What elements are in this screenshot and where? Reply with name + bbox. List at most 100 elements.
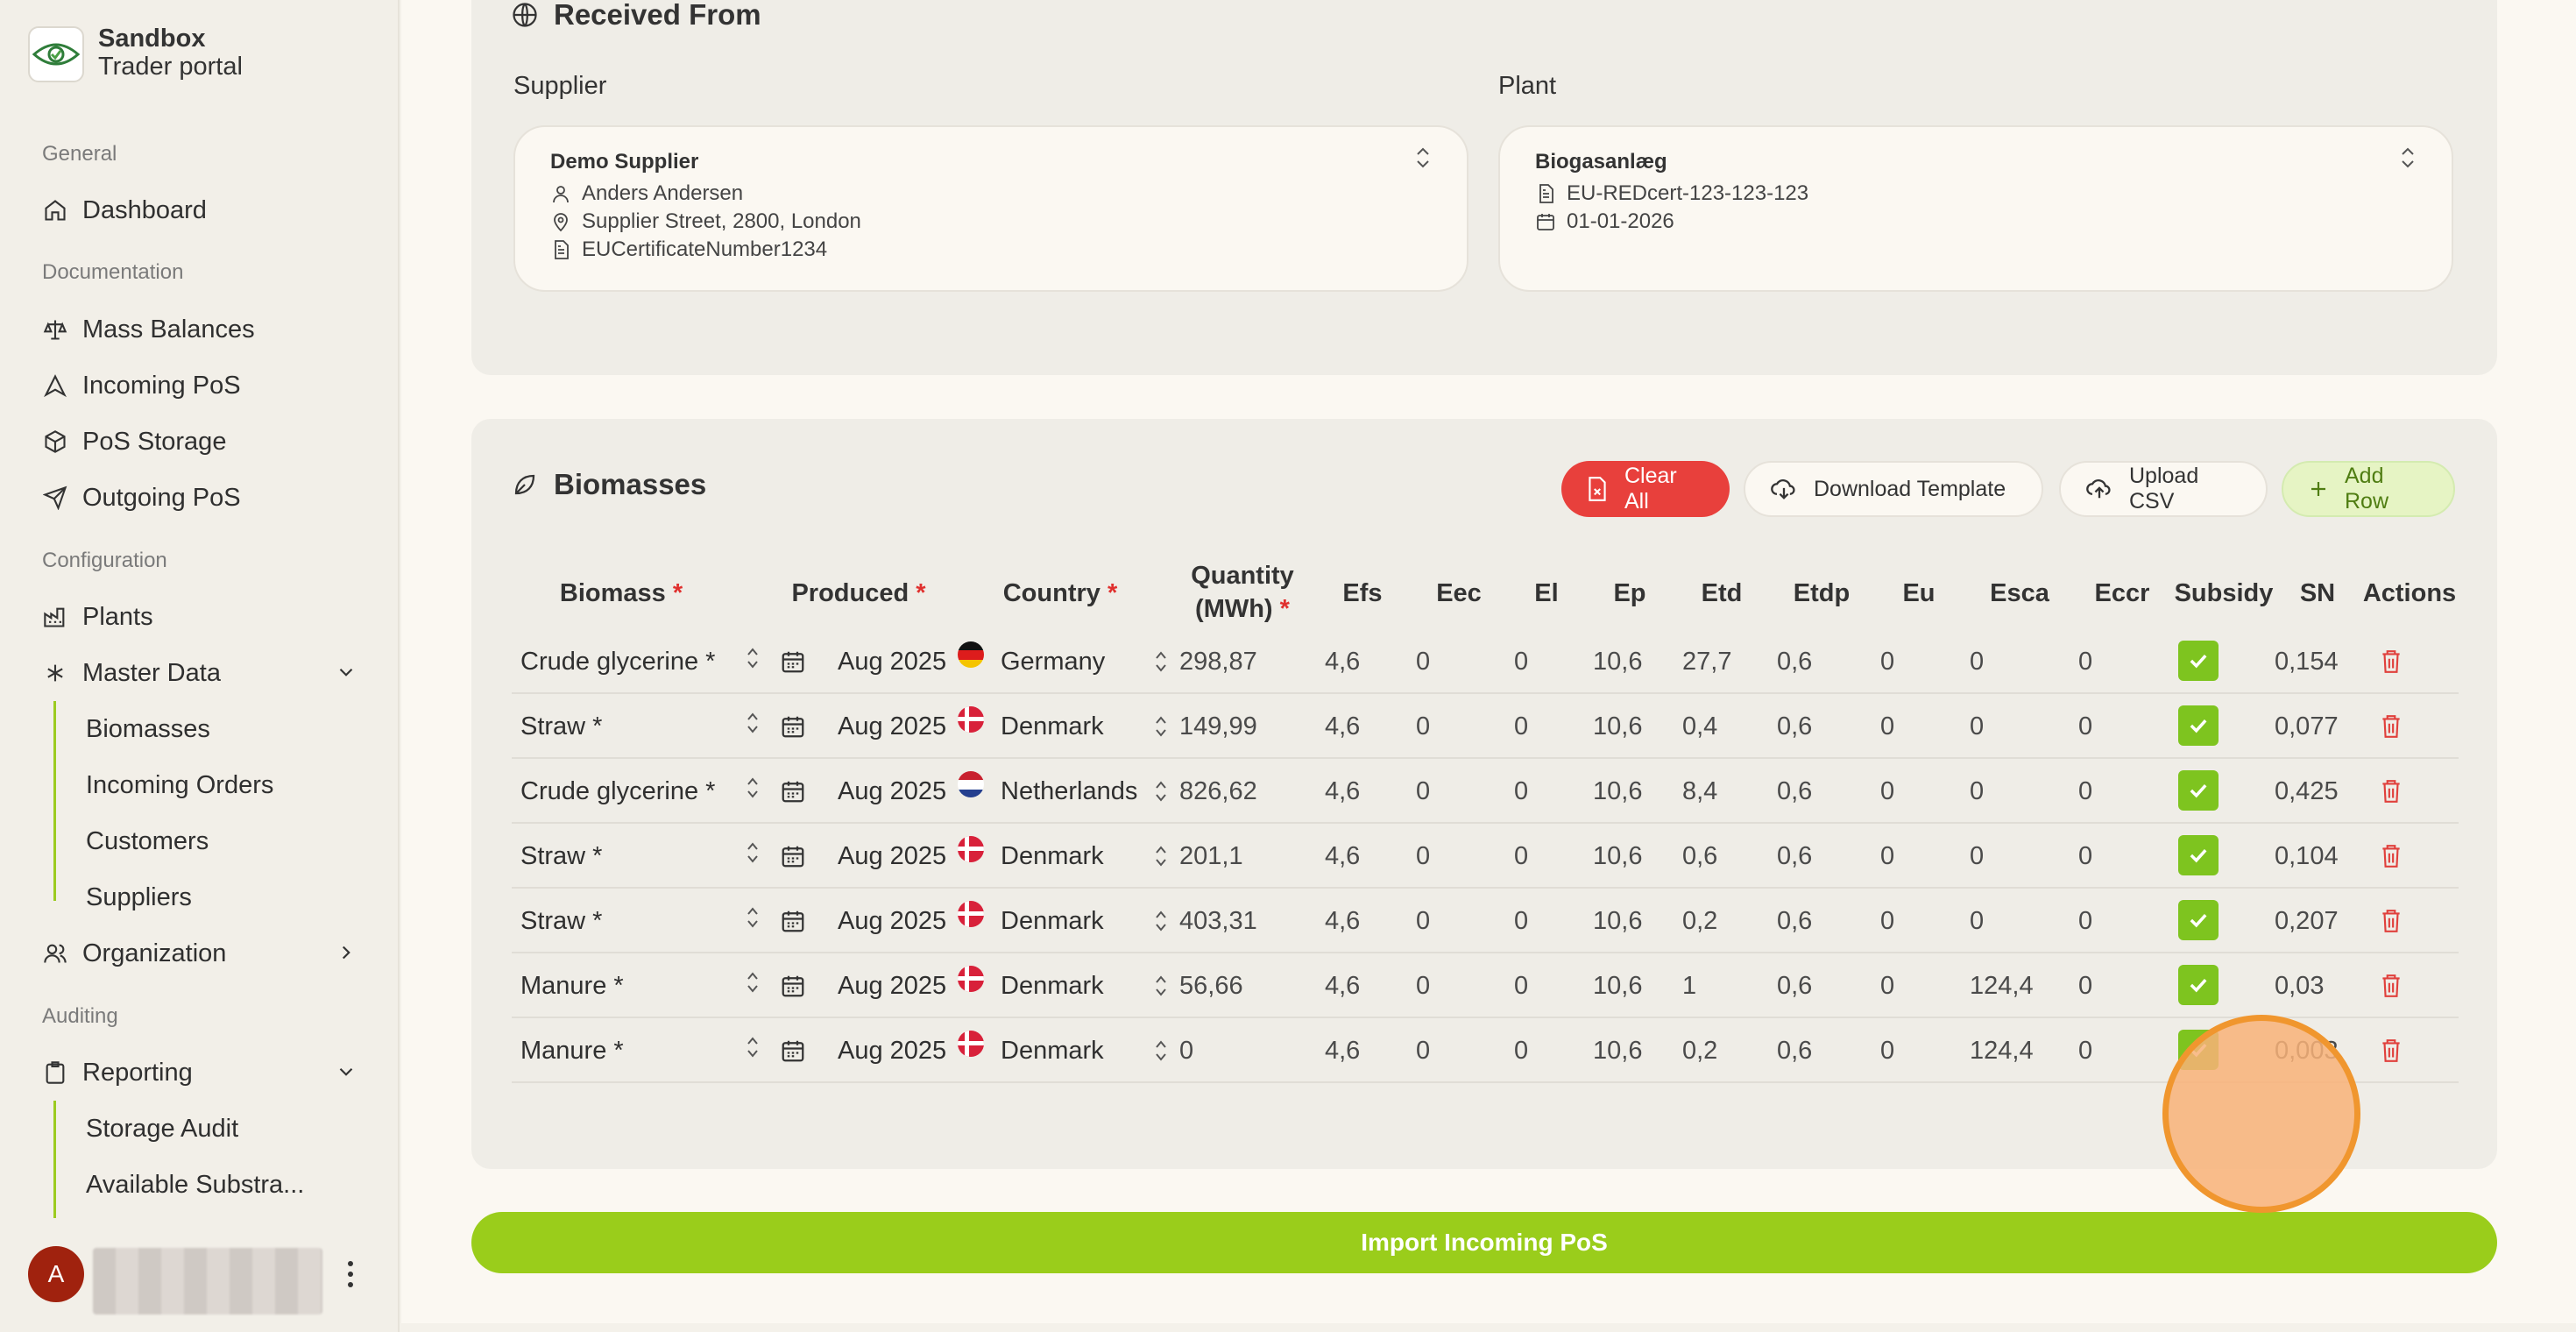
nav-master-data[interactable]: Master Data: [42, 648, 357, 698]
eye-logo-icon[interactable]: [28, 26, 84, 82]
eu-input[interactable]: 0: [1880, 889, 1894, 953]
esca-input[interactable]: 0: [1970, 694, 1984, 759]
nav-reporting[interactable]: Reporting: [42, 1048, 357, 1097]
el-input[interactable]: 0: [1514, 824, 1528, 889]
eec-input[interactable]: 0: [1416, 953, 1430, 1018]
eccr-input[interactable]: 0: [2078, 824, 2092, 889]
delete-row-trash-icon[interactable]: [2380, 824, 2403, 889]
el-input[interactable]: 0: [1514, 759, 1528, 824]
header-el[interactable]: El: [1520, 577, 1573, 610]
etdp-input[interactable]: 0,6: [1777, 889, 1812, 953]
delete-row-trash-icon[interactable]: [2380, 953, 2403, 1018]
delete-row-trash-icon[interactable]: [2380, 694, 2403, 759]
nav-plants[interactable]: Plants: [42, 592, 357, 641]
chevrons-up-down-icon[interactable]: [745, 950, 761, 1015]
header-eccr[interactable]: Eccr: [2085, 577, 2159, 610]
nav-organization[interactable]: Organization: [42, 929, 357, 978]
nav-mass-balances[interactable]: Mass Balances: [42, 305, 357, 354]
quantity-input[interactable]: 0: [1179, 1018, 1193, 1083]
etdp-input[interactable]: 0,6: [1777, 759, 1812, 824]
etd-input[interactable]: 0,2: [1682, 889, 1717, 953]
nav-incoming-pos[interactable]: Incoming PoS: [42, 361, 357, 410]
etdp-input[interactable]: 0,6: [1777, 1018, 1812, 1083]
chevrons-up-down-icon[interactable]: [745, 755, 761, 820]
calendar-icon[interactable]: [780, 953, 806, 1018]
etdp-input[interactable]: 0,6: [1777, 824, 1812, 889]
header-subsidy[interactable]: Subsidy: [2171, 577, 2276, 610]
ep-input[interactable]: 10,6: [1593, 759, 1642, 824]
quantity-input[interactable]: 298,87: [1179, 629, 1257, 694]
chevrons-up-down-icon[interactable]: [1153, 824, 1169, 889]
country-select[interactable]: Netherlands: [1001, 759, 1137, 824]
efs-input[interactable]: 4,6: [1325, 759, 1360, 824]
biomass-select[interactable]: Crude glycerine *: [520, 759, 715, 824]
el-input[interactable]: 0: [1514, 1018, 1528, 1083]
quantity-input[interactable]: 403,31: [1179, 889, 1257, 953]
nav-biomasses[interactable]: Biomasses: [86, 705, 210, 754]
eccr-input[interactable]: 0: [2078, 889, 2092, 953]
nav-dashboard[interactable]: Dashboard: [42, 186, 357, 235]
delete-row-trash-icon[interactable]: [2380, 759, 2403, 824]
delete-row-trash-icon[interactable]: [2380, 629, 2403, 694]
produced-date[interactable]: Aug 2025: [838, 953, 946, 1018]
efs-input[interactable]: 4,6: [1325, 629, 1360, 694]
delete-row-trash-icon[interactable]: [2380, 1018, 2403, 1083]
eec-input[interactable]: 0: [1416, 694, 1430, 759]
ep-input[interactable]: 10,6: [1593, 889, 1642, 953]
add-row-button[interactable]: Add Row: [2282, 461, 2455, 517]
ep-input[interactable]: 10,6: [1593, 1018, 1642, 1083]
efs-input[interactable]: 4,6: [1325, 1018, 1360, 1083]
el-input[interactable]: 0: [1514, 694, 1528, 759]
eccr-input[interactable]: 0: [2078, 629, 2092, 694]
chevrons-up-down-icon[interactable]: [745, 820, 761, 885]
eec-input[interactable]: 0: [1416, 629, 1430, 694]
biomass-select[interactable]: Straw *: [520, 889, 602, 953]
calendar-icon[interactable]: [780, 889, 806, 953]
calendar-icon[interactable]: [780, 824, 806, 889]
subsidy-checkbox[interactable]: [2178, 705, 2219, 746]
nav-storage-audit[interactable]: Storage Audit: [86, 1104, 238, 1153]
delete-row-trash-icon[interactable]: [2380, 889, 2403, 953]
upload-csv-button[interactable]: Upload CSV: [2059, 461, 2268, 517]
subsidy-checkbox[interactable]: [2178, 641, 2219, 681]
esca-input[interactable]: 0: [1970, 629, 1984, 694]
quantity-input[interactable]: 56,66: [1179, 953, 1243, 1018]
efs-input[interactable]: 4,6: [1325, 694, 1360, 759]
calendar-icon[interactable]: [780, 629, 806, 694]
chevrons-up-down-icon[interactable]: [1153, 694, 1169, 759]
produced-date[interactable]: Aug 2025: [838, 1018, 946, 1083]
etd-input[interactable]: 0,4: [1682, 694, 1717, 759]
eu-input[interactable]: 0: [1880, 953, 1894, 1018]
biomass-select[interactable]: Manure *: [520, 953, 624, 1018]
nav-suppliers[interactable]: Suppliers: [86, 873, 192, 922]
chevrons-up-down-icon[interactable]: [1153, 629, 1169, 694]
subsidy-checkbox[interactable]: [2178, 965, 2219, 1005]
subsidy-checkbox[interactable]: [2178, 835, 2219, 875]
esca-input[interactable]: 0: [1970, 889, 1984, 953]
etdp-input[interactable]: 0,6: [1777, 953, 1812, 1018]
biomass-select[interactable]: Crude glycerine *: [520, 629, 715, 694]
nav-incoming-orders[interactable]: Incoming Orders: [86, 761, 273, 810]
supplier-select[interactable]: Demo Supplier Anders Andersen Supplier S…: [513, 125, 1468, 292]
header-efs[interactable]: Efs: [1332, 577, 1393, 610]
subsidy-checkbox[interactable]: [2178, 900, 2219, 940]
download-template-button[interactable]: Download Template: [1744, 461, 2043, 517]
header-ep[interactable]: Ep: [1599, 577, 1660, 610]
efs-input[interactable]: 4,6: [1325, 824, 1360, 889]
clear-all-button[interactable]: Clear All: [1561, 461, 1730, 517]
etd-input[interactable]: 1: [1682, 953, 1696, 1018]
eu-input[interactable]: 0: [1880, 824, 1894, 889]
eu-input[interactable]: 0: [1880, 759, 1894, 824]
ep-input[interactable]: 10,6: [1593, 629, 1642, 694]
nav-pos-storage[interactable]: PoS Storage: [42, 417, 357, 466]
eec-input[interactable]: 0: [1416, 1018, 1430, 1083]
produced-date[interactable]: Aug 2025: [838, 629, 946, 694]
country-select[interactable]: Denmark: [1001, 953, 1104, 1018]
header-country[interactable]: Country *: [990, 577, 1130, 610]
header-eec[interactable]: Eec: [1428, 577, 1490, 610]
biomass-select[interactable]: Straw *: [520, 694, 602, 759]
avatar[interactable]: A: [28, 1246, 84, 1302]
chevrons-up-down-icon[interactable]: [1153, 889, 1169, 953]
biomass-select[interactable]: Straw *: [520, 824, 602, 889]
chevrons-up-down-icon[interactable]: [1153, 1018, 1169, 1083]
